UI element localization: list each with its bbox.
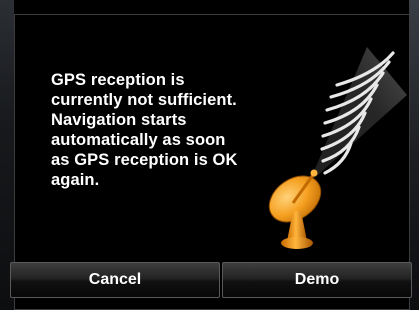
demo-button[interactable]: Demo xyxy=(222,262,412,298)
dialog-button-bar: Cancel Demo xyxy=(10,262,412,298)
satellite-dish-icon xyxy=(268,47,407,249)
screen-frame: GPS reception is currently not sufficien… xyxy=(0,0,419,310)
cancel-button[interactable]: Cancel xyxy=(10,262,220,298)
